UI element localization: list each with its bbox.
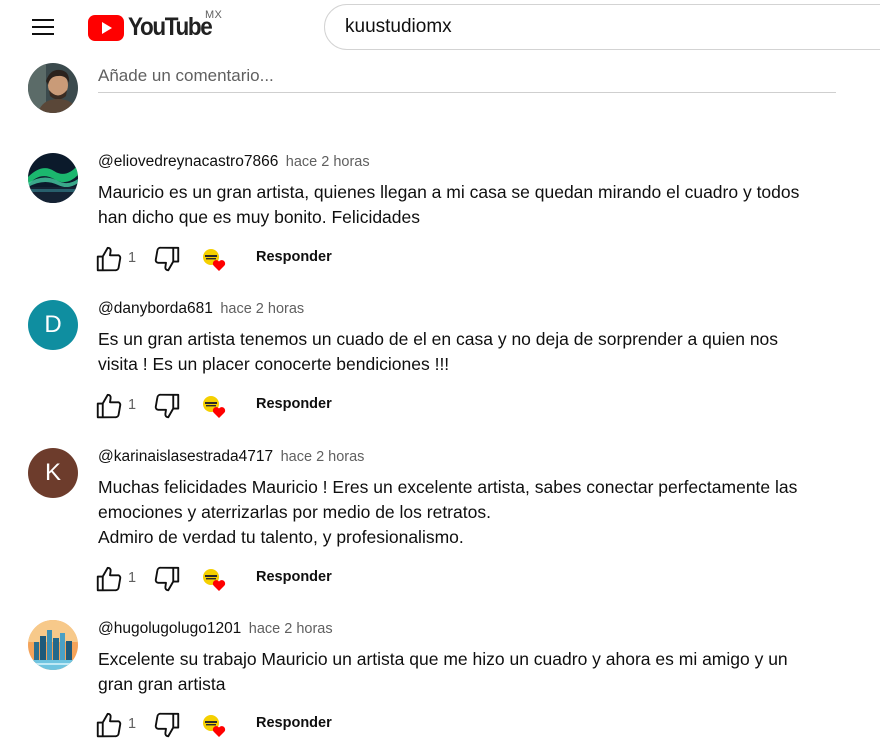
masthead: YouTube MX xyxy=(0,0,880,56)
add-comment-input[interactable]: Añade un comentario... xyxy=(98,64,836,93)
avatar-letter: K xyxy=(44,459,61,486)
like-count: 1 xyxy=(128,250,137,266)
like-count: 1 xyxy=(128,397,137,413)
search-box[interactable] xyxy=(324,4,880,50)
dislike-icon[interactable] xyxy=(152,244,182,274)
search-input[interactable] xyxy=(345,5,865,49)
reply-button[interactable]: Responder xyxy=(256,569,332,585)
current-user-avatar[interactable] xyxy=(28,63,78,113)
avatar-letter: D xyxy=(44,311,62,338)
comment-time[interactable]: hace 2 horas xyxy=(249,621,333,637)
youtube-play-icon xyxy=(88,15,124,41)
region-code: MX xyxy=(205,9,223,21)
like-count: 1 xyxy=(128,716,137,732)
comment-author[interactable]: @danyborda681 xyxy=(98,300,213,317)
comment-header: @karinaislasestrada4717 hace 2 horas xyxy=(98,448,364,468)
comment-time[interactable]: hace 2 horas xyxy=(281,449,365,465)
comment-text: Mauricio es un gran artista, quienes lle… xyxy=(98,182,800,227)
menu-icon[interactable] xyxy=(30,16,56,38)
creator-heart-icon[interactable] xyxy=(198,391,228,421)
commenter-avatar[interactable]: K xyxy=(28,448,78,498)
like-icon[interactable] xyxy=(94,564,124,594)
comment-text: Es un gran artista tenemos un cuado de e… xyxy=(98,329,779,374)
reply-button[interactable]: Responder xyxy=(256,715,332,731)
reply-button[interactable]: Responder xyxy=(256,396,332,412)
commenter-avatar[interactable]: D xyxy=(28,300,78,350)
dislike-icon[interactable] xyxy=(152,564,182,594)
commenter-avatar[interactable] xyxy=(28,620,78,670)
like-icon[interactable] xyxy=(94,391,124,421)
creator-heart-icon[interactable] xyxy=(198,710,228,740)
comment-author[interactable]: @eliovedreynacastro7866 xyxy=(98,153,278,170)
comment-header: @danyborda681 hace 2 horas xyxy=(98,300,304,320)
dislike-icon[interactable] xyxy=(152,710,182,740)
comment-time[interactable]: hace 2 horas xyxy=(220,301,304,317)
comment-author[interactable]: @karinaislasestrada4717 xyxy=(98,448,273,465)
add-comment-row: Añade un comentario... xyxy=(0,56,880,116)
dislike-icon[interactable] xyxy=(152,391,182,421)
comment-text: Muchas felicidades Mauricio ! Eres un ex… xyxy=(98,477,798,547)
like-icon[interactable] xyxy=(94,244,124,274)
creator-heart-icon[interactable] xyxy=(198,244,228,274)
comment-author[interactable]: @hugolugolugo1201 xyxy=(98,620,241,637)
comment-time[interactable]: hace 2 horas xyxy=(286,154,370,170)
comment-header: @eliovedreynacastro7866 hace 2 horas xyxy=(98,153,370,173)
like-count: 1 xyxy=(128,570,137,586)
commenter-avatar[interactable] xyxy=(28,153,78,203)
creator-heart-icon[interactable] xyxy=(198,564,228,594)
reply-button[interactable]: Responder xyxy=(256,249,332,265)
comment-header: @hugolugolugo1201 hace 2 horas xyxy=(98,620,333,640)
logo-wordmark: YouTube xyxy=(128,13,213,41)
like-icon[interactable] xyxy=(94,710,124,740)
comment-text: Excelente su trabajo Mauricio un artista… xyxy=(98,649,788,694)
